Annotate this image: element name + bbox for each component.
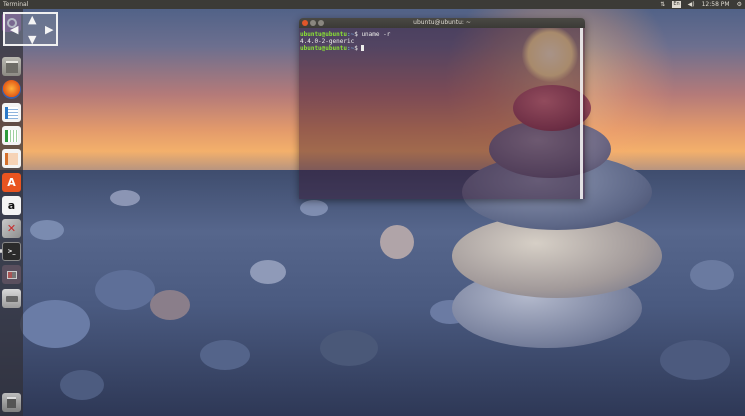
software-bag-icon: A [7, 176, 16, 189]
close-button[interactable] [302, 20, 308, 26]
terminal-scrollbar[interactable] [580, 28, 583, 199]
drive-icon [5, 295, 18, 302]
launcher-terminal[interactable]: >_ [2, 242, 21, 261]
terminal-window[interactable]: ubuntu@ubuntu: ~ ubuntu@ubuntu:~$ uname … [299, 18, 585, 199]
launcher-trash[interactable] [2, 393, 21, 412]
prompt-user: ubuntu@ubuntu [300, 31, 347, 38]
launcher-system-settings[interactable]: ✕ [2, 219, 21, 238]
terminal-output[interactable]: ubuntu@ubuntu:~$ uname -r 4.4.0-2-generi… [299, 28, 585, 199]
tools-icon: ✕ [6, 222, 17, 235]
launcher-removable-drive[interactable] [2, 289, 21, 308]
launcher-ubuntu-software[interactable]: A [2, 173, 21, 192]
workspaces-icon [6, 270, 17, 279]
arrow-left-icon: ◀ [10, 23, 19, 36]
arrow-down-icon: ▼ [28, 33, 37, 46]
prompt-user: ubuntu@ubuntu [300, 45, 347, 52]
top-panel: Terminal ⇅ En ◀) 12:58 PM ⚙ [0, 0, 745, 9]
terminal-line: ubuntu@ubuntu:~$ [300, 45, 584, 52]
text-cursor [361, 45, 365, 51]
launcher-libreoffice-impress[interactable] [2, 149, 21, 168]
clock[interactable]: 12:58 PM [702, 0, 730, 9]
prompt-symbol: $ [354, 45, 362, 52]
writer-doc-icon [5, 106, 18, 119]
terminal-titlebar[interactable]: ubuntu@ubuntu: ~ [299, 18, 585, 28]
launcher-amazon[interactable]: a [2, 196, 21, 215]
trash-icon [7, 397, 16, 408]
volume-icon[interactable]: ◀) [688, 0, 695, 9]
window-controls [302, 20, 324, 26]
calc-sheet-icon [5, 129, 18, 142]
terminal-title: ubuntu@ubuntu: ~ [413, 19, 471, 26]
settings-gear-icon[interactable]: ⚙ [737, 0, 742, 9]
system-tray: ⇅ En ◀) 12:58 PM ⚙ [660, 0, 742, 9]
terminal-icon: >_ [7, 248, 16, 255]
launcher-firefox[interactable] [2, 80, 21, 99]
keyboard-layout-icon[interactable]: En [672, 1, 681, 8]
command-output: 4.4.0-2-generic [300, 38, 355, 45]
launcher-libreoffice-writer[interactable] [2, 103, 21, 122]
amazon-icon: a [7, 199, 16, 212]
maximize-button[interactable] [318, 20, 324, 26]
launcher-files[interactable] [2, 57, 21, 76]
network-arrows-icon[interactable]: ⇅ [660, 0, 665, 9]
workspace-switch-overlay: ▲ ▼ ◀ ▶ [3, 12, 58, 46]
terminal-line: ubuntu@ubuntu:~$ uname -r [300, 31, 584, 38]
file-cabinet-icon [5, 60, 18, 73]
launcher-libreoffice-calc[interactable] [2, 126, 21, 145]
unity-launcher: A a ✕ >_ [0, 9, 23, 416]
terminal-line: 4.4.0-2-generic [300, 38, 584, 45]
arrow-up-icon: ▲ [28, 13, 37, 26]
launcher-workspace-switcher[interactable] [2, 265, 21, 284]
arrow-right-icon: ▶ [45, 23, 54, 36]
active-app-title[interactable]: Terminal [3, 0, 28, 9]
command-text: uname -r [361, 31, 391, 38]
minimize-button[interactable] [310, 20, 316, 26]
impress-slides-icon [5, 152, 18, 165]
